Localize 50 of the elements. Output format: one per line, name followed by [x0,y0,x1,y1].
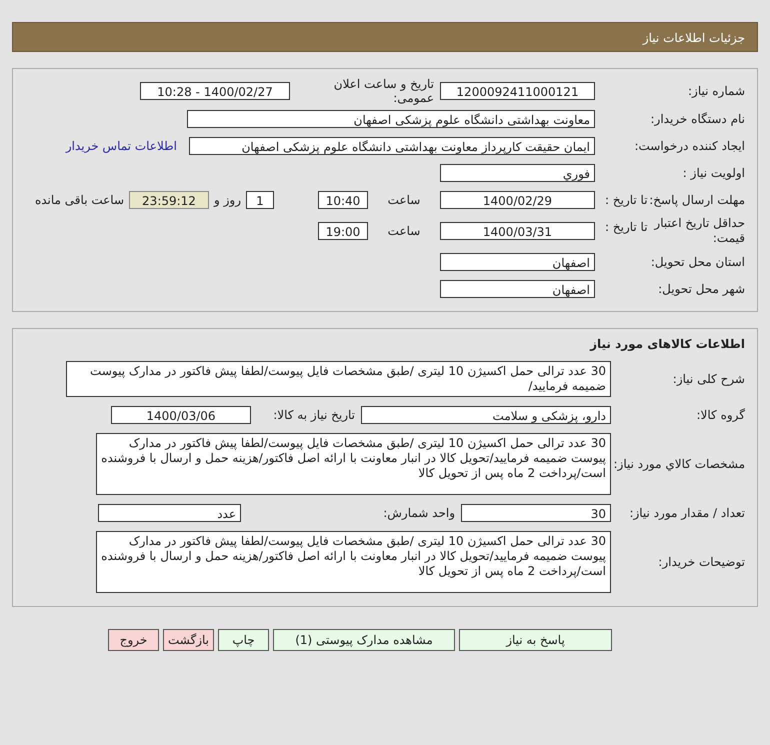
field-label: مهلت ارسال پاسخ: [649,193,745,207]
buyer-notes-field: 30 عدد ترالی حمل اکسیژن 10 لیتری /طبق مشخصات فایل پیوست/لطفا پیش فاکتور در مدارک پیوست ضمیمه فرمایید/تحویل کالا در انبار معاونت با ارائه اصل فاکتور/هزینه حمل و ارسال با فروشنده است/پرداخت 2 ماه پس از تحویل کالا [96,531,611,593]
action-button[interactable]: بازگشت [163,629,214,651]
action-button[interactable]: مشاهده مدارک پیوستی (1) [273,629,455,651]
action-button[interactable]: خروج [108,629,159,651]
field-label: ساعت [386,193,422,207]
action-button[interactable]: چاپ [218,629,269,651]
field-label: حداقل تاریخ اعتبار قیمت: [652,216,745,246]
remaining-time-field: 23:59:12 [129,191,209,209]
buyer-field: معاونت بهداشتی دانشگاه علوم پزشکی اصفهان [187,110,595,128]
page-header: جزئیات اطلاعات نیاز [12,22,758,52]
buyer-contact-link[interactable]: اطلاعات تماس خریدار [66,139,177,153]
deadline-date-field: 1400/02/29 [440,191,595,209]
province-field: اصفهان [440,253,595,271]
field-label: مشخصات کالاي مورد نیاز: [612,457,746,471]
field-label: شرح کلی نیاز: [672,372,746,386]
field-label: تا تاریخ : [605,193,648,207]
field-label: شماره نیاز: [687,84,746,98]
summary-field: 30 عدد ترالی حمل اکسیژن 10 لیتری /طبق مشخصات فایل پیوست/لطفا پیش فاکتور در مدارک پیوست ضمیمه فرمایید/ [66,361,611,397]
announce-date-field: 1400/02/27 - 10:28 [140,82,290,100]
field-label: تاریخ نیاز به کالا: [272,408,356,422]
deadline-time-field: 10:40 [318,191,368,209]
field-label: واحد شمارش: [382,506,456,520]
validity-date-field: 1400/03/31 [440,222,595,240]
section-title: اطلاعات کالاهای مورد نیاز [588,337,746,353]
priority-field: فوري [440,164,595,182]
creator-field: ایمان حقیقت کارپرداز معاونت بهداشتی دانشگاه علوم پزشکی اصفهان [189,137,595,155]
goods-group-field: دارو، پزشکی و سلامت [361,406,611,424]
field-label: تعداد / مقدار مورد نیاز: [628,506,746,520]
field-label: توضیحات خریدار: [657,555,746,569]
field-label: ساعت باقی مانده [34,193,125,207]
field-label: ساعت [386,224,422,238]
field-label: نام دستگاه خریدار: [650,112,746,126]
field-label: استان محل تحویل: [650,255,746,269]
need-number-field: 1200092411000121 [440,82,595,100]
field-label: روز و [212,193,242,207]
need-date-field: 1400/03/06 [111,406,251,424]
field-label: ایجاد کننده درخواست: [633,139,746,153]
quantity-field: 30 [461,504,611,522]
field-label: تاریخ و ساعت اعلان عمومی: [332,77,435,105]
unit-field: عدد [98,504,241,522]
specs-field: 30 عدد ترالی حمل اکسیژن 10 لیتری /طبق مشخصات فایل پیوست/لطفا پیش فاکتور در مدارک پیوست ضمیمه فرمایید/تحویل کالا در انبار معاونت با ارائه اصل فاکتور/هزینه حمل و ارسال با فروشنده است/پرداخت 2 ماه پس از تحویل کالا [96,433,611,495]
action-button[interactable]: پاسخ به نیاز [459,629,612,651]
validity-time-field: 19:00 [318,222,368,240]
field-label: گروه کالا: [696,408,746,422]
field-label: اولویت نیاز : [682,166,746,180]
days-field: 1 [246,191,274,209]
field-label: شهر محل تحویل: [657,282,746,296]
city-field: اصفهان [440,280,595,298]
field-label: تا تاریخ : [605,220,648,234]
